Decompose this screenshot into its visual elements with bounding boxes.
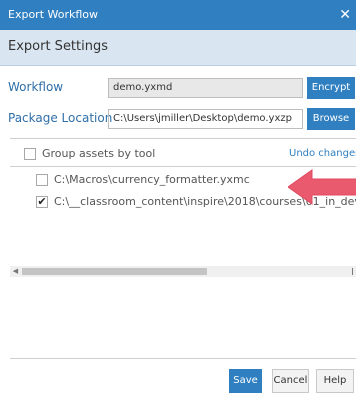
undo-changes-link[interactable]: Undo changes <box>289 148 356 159</box>
window-title: Export Workflow <box>8 8 99 21</box>
close-icon[interactable]: ✕ <box>339 0 351 30</box>
package-location-label: Package Location <box>8 111 113 125</box>
section-title: Export Settings <box>8 39 109 54</box>
checkmark-icon: ✔ <box>37 195 47 208</box>
scroll-right-icon[interactable] <box>352 268 353 275</box>
group-assets-checkbox[interactable] <box>24 148 36 160</box>
help-button[interactable]: Help <box>316 369 354 393</box>
divider <box>10 138 356 139</box>
title-bar: Export Workflow ✕ <box>0 0 356 30</box>
group-assets-label: Group assets by tool <box>42 147 156 160</box>
asset-path-1: C:\Macros\currency_formatter.yxmc <box>54 173 250 186</box>
scroll-left-icon[interactable]: ◀ <box>10 266 21 277</box>
save-button[interactable]: Save <box>229 369 262 393</box>
divider <box>10 166 356 167</box>
section-header: Export Settings <box>0 30 356 66</box>
export-workflow-dialog: Export Workflow ✕ Export Settings Workfl… <box>0 0 356 396</box>
cancel-button[interactable]: Cancel <box>272 369 309 393</box>
workflow-label: Workflow <box>8 80 64 94</box>
asset-checkbox-2[interactable]: ✔ <box>36 196 48 208</box>
workflow-name-field: demo.yxmd <box>108 78 303 98</box>
encrypt-button[interactable]: Encrypt <box>307 77 355 99</box>
browse-button[interactable]: Browse <box>307 108 355 130</box>
divider <box>10 358 356 359</box>
asset-checkbox-1[interactable] <box>36 174 48 186</box>
arrow-pointer-icon <box>288 169 356 205</box>
scrollbar-thumb[interactable] <box>22 268 207 275</box>
package-location-input[interactable]: C:\Users\jmiller\Desktop\demo.yxzp <box>108 109 303 129</box>
horizontal-scrollbar[interactable]: ◀ <box>10 266 356 277</box>
